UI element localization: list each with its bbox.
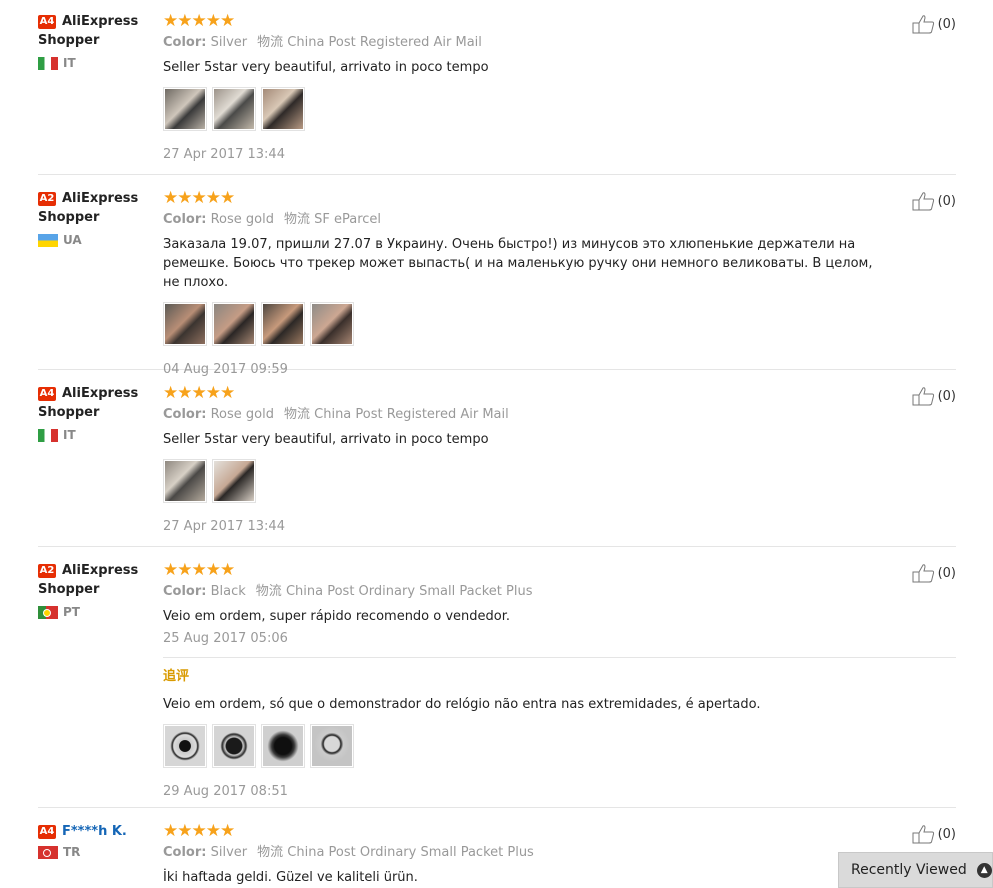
chevron-up-icon: ▲	[976, 862, 992, 878]
order-info: Color: Black 物流 China Post Ordinary Small…	[163, 584, 533, 599]
buyer-level-badge: A2	[38, 192, 56, 206]
review-text: Seller 5star very beautiful, arrivato in…	[163, 60, 489, 75]
review-photos	[163, 459, 893, 503]
reviewer-name[interactable]: A4 AliExpress Shopper	[38, 12, 158, 50]
divider	[163, 657, 956, 658]
review-item: A2 AliExpress Shopper UA ★★★★★ Color: Ros…	[38, 188, 956, 377]
star-rating: ★★★★★	[163, 383, 235, 403]
recently-viewed-label: Recently Viewed	[851, 862, 967, 878]
review-photos	[163, 724, 956, 768]
thumbs-up-icon	[912, 387, 934, 406]
helpful-button[interactable]: (0)	[912, 563, 956, 583]
helpful-count: (0)	[937, 565, 956, 581]
reviewer-country: UA	[38, 233, 158, 247]
reviewer-country: PT	[38, 605, 158, 619]
reviewer-info: A2 AliExpress Shopper UA	[38, 189, 158, 247]
review-date: 25 Aug 2017 05:06	[163, 631, 288, 646]
review-item: A4 F****h K. TR ★★★★★ Color: Silver 物流 Chi…	[38, 822, 956, 888]
flag-icon	[38, 605, 58, 619]
followup-title: 追评	[163, 669, 190, 684]
reviewer-name[interactable]: A2 AliExpress Shopper	[38, 189, 158, 227]
review-item: A4 AliExpress Shopper IT ★★★★★ Color: Sil…	[38, 12, 956, 175]
thumbs-up-icon	[912, 15, 934, 34]
order-info: Color: Rose gold 物流 SF eParcel	[163, 212, 382, 227]
review-text: İki haftada geldi. Güzel ve kaliteli ürü…	[163, 870, 418, 885]
star-rating: ★★★★★	[163, 821, 235, 841]
reviewer-info: A2 AliExpress Shopper PT	[38, 561, 158, 619]
review-photo[interactable]	[310, 302, 354, 346]
review-photos	[163, 302, 893, 346]
flag-icon	[38, 845, 58, 859]
review-item: A4 AliExpress Shopper IT ★★★★★ Color: Ros…	[38, 384, 956, 547]
thumbs-up-icon	[912, 192, 934, 211]
buyer-level-badge: A2	[38, 564, 56, 578]
review-photo[interactable]	[163, 724, 207, 768]
helpful-button[interactable]: (0)	[912, 824, 956, 844]
buyer-level-badge: A4	[38, 825, 56, 839]
review-photo[interactable]	[261, 724, 305, 768]
review-text: Veio em ordem, super rápido recomendo o …	[163, 609, 511, 624]
star-rating: ★★★★★	[163, 11, 235, 31]
review-photo[interactable]	[310, 724, 354, 768]
helpful-count: (0)	[937, 388, 956, 404]
reviewer-country: IT	[38, 56, 158, 70]
reviewer-name[interactable]: A4 AliExpress Shopper	[38, 384, 158, 422]
review-date: 04 Aug 2017 09:59	[163, 362, 288, 377]
followup-date: 29 Aug 2017 08:51	[163, 784, 288, 799]
reviewer-name[interactable]: A2 AliExpress Shopper	[38, 561, 158, 599]
review-photo[interactable]	[261, 87, 305, 131]
helpful-count: (0)	[937, 826, 956, 842]
review-photo[interactable]	[163, 87, 207, 131]
review-text: Seller 5star very beautiful, arrivato in…	[163, 432, 489, 447]
reviewer-country: IT	[38, 428, 158, 442]
thumbs-up-icon	[912, 564, 934, 583]
order-info: Color: Silver 物流 China Post Ordinary Smal…	[163, 845, 534, 860]
flag-icon	[38, 56, 58, 70]
review-photo[interactable]	[163, 459, 207, 503]
review-photo[interactable]	[261, 302, 305, 346]
recently-viewed-tab[interactable]: Recently Viewed ▲	[838, 852, 993, 888]
flag-icon	[38, 233, 58, 247]
review-photos	[163, 87, 893, 131]
reviewer-name[interactable]: A4 F****h K.	[38, 822, 158, 841]
review-photo[interactable]	[163, 302, 207, 346]
reviewer-info: A4 AliExpress Shopper IT	[38, 384, 158, 442]
flag-icon	[38, 428, 58, 442]
helpful-count: (0)	[937, 16, 956, 32]
helpful-button[interactable]: (0)	[912, 386, 956, 406]
review-item: A2 AliExpress Shopper PT ★★★★★ Color: Bla…	[38, 561, 956, 808]
helpful-button[interactable]: (0)	[912, 14, 956, 34]
reviewer-info: A4 AliExpress Shopper IT	[38, 12, 158, 70]
helpful-count: (0)	[937, 193, 956, 209]
review-date: 27 Apr 2017 13:44	[163, 519, 285, 534]
order-info: Color: Silver 物流 China Post Registered Ai…	[163, 35, 482, 50]
star-rating: ★★★★★	[163, 188, 235, 208]
buyer-level-badge: A4	[38, 15, 56, 29]
order-info: Color: Rose gold 物流 China Post Registered…	[163, 407, 509, 422]
thumbs-up-icon	[912, 825, 934, 844]
review-photo[interactable]	[212, 724, 256, 768]
reviewer-info: A4 F****h K. TR	[38, 822, 158, 859]
review-photo[interactable]	[212, 459, 256, 503]
followup-text: Veio em ordem, só que o demonstrador do …	[163, 697, 761, 712]
review-date: 27 Apr 2017 13:44	[163, 147, 285, 162]
reviewer-country: TR	[38, 845, 158, 859]
helpful-button[interactable]: (0)	[912, 191, 956, 211]
buyer-level-badge: A4	[38, 387, 56, 401]
review-photo[interactable]	[212, 302, 256, 346]
review-text: Заказала 19.07, пришли 27.07 в Украину. …	[163, 237, 873, 290]
star-rating: ★★★★★	[163, 560, 235, 580]
review-photo[interactable]	[212, 87, 256, 131]
